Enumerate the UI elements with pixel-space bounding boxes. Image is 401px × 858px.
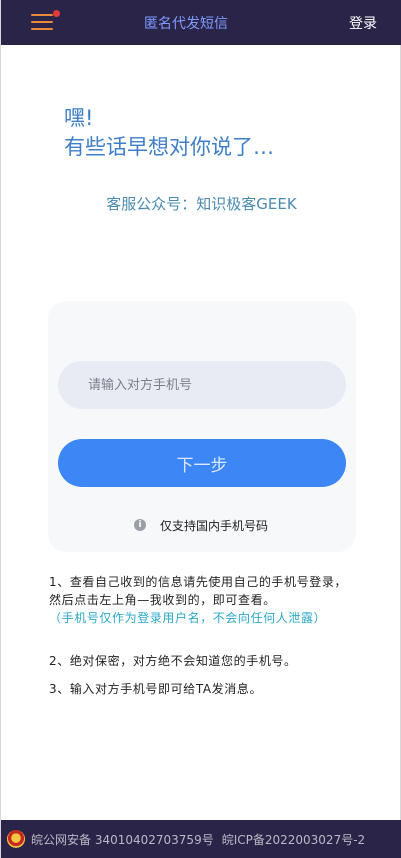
- icp-record-link[interactable]: 皖ICP备2022003027号-2: [222, 831, 365, 848]
- footer: 皖公网安备 34010402703759号 皖ICP备2022003027号-2: [1, 820, 401, 858]
- page-title: 匿名代发短信: [144, 16, 228, 32]
- login-button[interactable]: 登录: [349, 13, 377, 33]
- top-bar: 匿名代发短信 登录: [1, 0, 401, 45]
- tip-1-main: 1、查看自己收到的信息请先使用自己的手机号登录，然后点击左上角—我收到的，即可查…: [49, 575, 348, 607]
- police-record-link[interactable]: 皖公网安备 34010402703759号: [31, 831, 214, 848]
- send-form-card: 下一步 i 仅支持国内手机号码: [48, 301, 356, 552]
- phone-number-input[interactable]: [58, 361, 346, 409]
- page: 匿名代发短信 登录 嘿! 有些话早想对你说了… 客服公众号：知识极客GEEK 下…: [0, 0, 401, 858]
- notice-text: 仅支持国内手机号码: [160, 518, 269, 533]
- greeting-line-1: 嘿!: [64, 106, 94, 130]
- domestic-only-notice: i 仅支持国内手机号码: [134, 517, 268, 533]
- tip-1-note: （手机号仅作为登录用户名，不会向任何人泄露）: [49, 611, 327, 625]
- next-step-button[interactable]: 下一步: [58, 439, 346, 487]
- tip-3: 3、输入对方手机号即可给TA发消息。: [49, 682, 263, 696]
- greeting-line-2: 有些话早想对你说了…: [64, 135, 274, 159]
- tip-1: 1、查看自己收到的信息请先使用自己的手机号登录，然后点击左上角—我收到的，即可查…: [49, 573, 359, 627]
- service-account-text: 客服公众号：知识极客GEEK: [106, 195, 297, 213]
- tip-2: 2、绝对保密，对方绝不会知道您的手机号。: [49, 654, 297, 668]
- police-badge-icon: [7, 830, 25, 848]
- info-icon: i: [134, 519, 146, 531]
